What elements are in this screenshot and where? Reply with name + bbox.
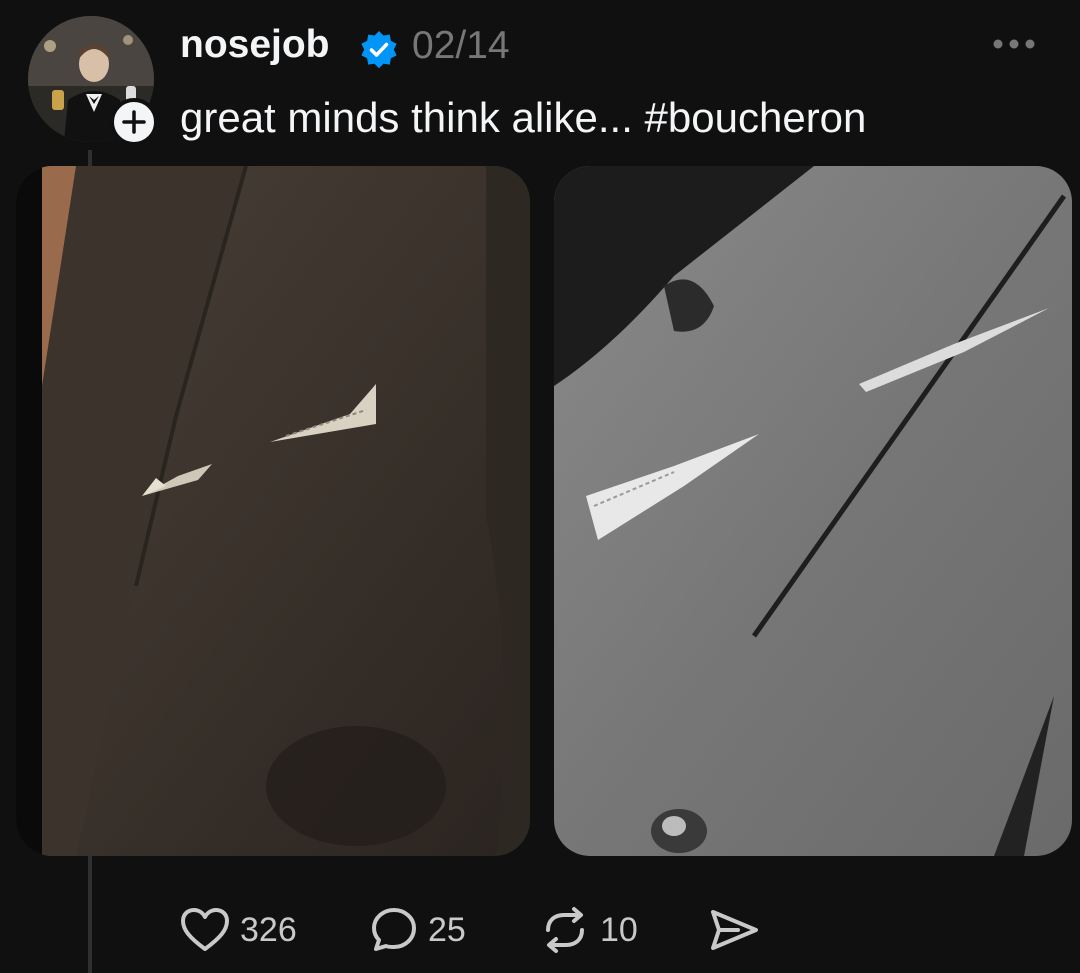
avatar-container[interactable]: [28, 16, 158, 146]
username[interactable]: nosejob: [180, 23, 330, 67]
repost-icon: [546, 907, 584, 953]
reply-button[interactable]: 25: [370, 900, 466, 960]
repost-button[interactable]: 10: [540, 900, 638, 960]
more-horizontal-icon[interactable]: [992, 34, 1036, 54]
plus-icon: [122, 110, 146, 134]
like-button[interactable]: 326: [180, 900, 297, 960]
like-count: 326: [240, 910, 297, 949]
speech-bubble-icon: [372, 908, 416, 951]
verified-badge-icon: [361, 31, 397, 69]
post-image-1[interactable]: [16, 166, 530, 856]
repost-count: 10: [600, 910, 638, 949]
heart-icon: [181, 908, 229, 951]
reply-count: 25: [428, 910, 466, 949]
post-caption: great minds think alike... #boucheron: [180, 94, 867, 141]
post-timestamp: 02/14: [412, 24, 510, 67]
post-image-2[interactable]: [554, 166, 1072, 856]
send-icon: [711, 910, 758, 950]
follow-button[interactable]: [110, 98, 158, 146]
share-button[interactable]: [708, 900, 760, 960]
